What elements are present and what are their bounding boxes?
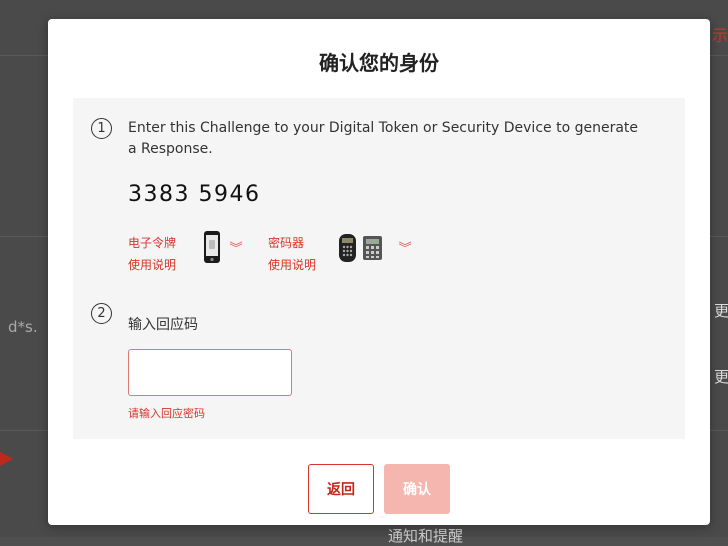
response-code-input[interactable] [128, 349, 292, 396]
challenge-code: 3383 5946 [128, 182, 261, 207]
guide-label-line2: 使用说明 [268, 258, 317, 272]
step-1-badge: 1 [91, 118, 112, 139]
guide-label-line2: 使用说明 [128, 258, 177, 272]
dialog-title: 确认您的身份 [319, 51, 439, 75]
bg-text-fragment: 通知和提醒 [388, 527, 464, 545]
back-button[interactable]: 返回 [308, 464, 374, 514]
step-1-instruction: Enter this Challenge to your Digital Tok… [128, 120, 639, 157]
bg-text-fragment: d*s. [8, 318, 38, 336]
challenge-panel: 1 Enter this Challenge to your Digital T… [73, 98, 685, 439]
bg-text-fragment: 更 [714, 302, 728, 320]
bg-text-fragment: 更 [714, 368, 728, 386]
mobile-phone-icon [204, 231, 220, 263]
security-device-icon [339, 234, 382, 262]
step-2-badge: 2 [91, 303, 112, 324]
identity-verification-dialog: 确认您的身份 1 Enter this Challenge to your Di… [48, 19, 710, 525]
bg-text-fragment: 示 [712, 26, 728, 45]
response-error-message: 请输入回应密码 [128, 407, 205, 420]
confirm-button[interactable]: 确认 [384, 464, 450, 514]
guide-label-line1: 密码器 [268, 236, 305, 250]
chevron-down-icon[interactable]: 《 [395, 241, 414, 254]
red-arrow-icon [0, 452, 13, 466]
guide-label-line1: 电子令牌 [128, 236, 177, 250]
step-2-label: 输入回应码 [128, 317, 198, 333]
chevron-down-icon[interactable]: 《 [226, 241, 245, 254]
